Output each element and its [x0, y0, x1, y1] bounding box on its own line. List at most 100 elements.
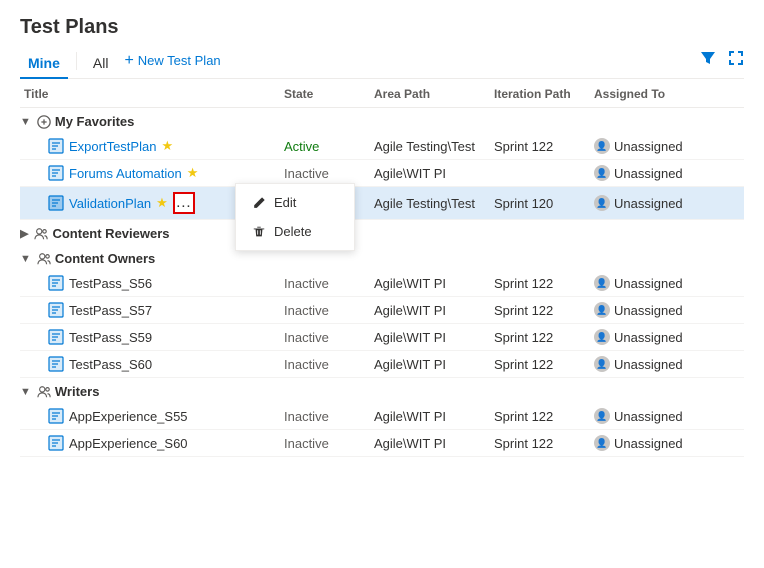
expand-icon[interactable] [728, 50, 744, 71]
chevron-down-icon[interactable]: ▼ [20, 386, 31, 398]
plan-name[interactable]: ExportTestPlan [69, 139, 156, 154]
edit-icon [252, 196, 266, 210]
plan-icon [48, 435, 64, 451]
group-content-owners: ▼ Content Owners [20, 245, 744, 270]
chevron-down-icon[interactable]: ▼ [20, 116, 31, 128]
star-icon[interactable]: ★ [187, 165, 199, 181]
state-cell: Inactive [280, 357, 370, 372]
table-row: AppExperience_S60 Inactive Agile\WIT PI … [20, 430, 744, 457]
assigned-to-cell: 👤 Unassigned [590, 408, 730, 424]
group-label-content-owners: Content Owners [55, 251, 155, 266]
group-label-writers: Writers [55, 384, 100, 399]
iteration-path-cell: Sprint 122 [490, 276, 590, 291]
assigned-name: Unassigned [614, 166, 683, 181]
tab-mine[interactable]: Mine [20, 49, 68, 79]
plus-icon: + [124, 53, 133, 69]
table-row: TestPass_S59 Inactive Agile\WIT PI Sprin… [20, 324, 744, 351]
star-icon[interactable]: ★ [156, 195, 168, 211]
area-path-cell: Agile\WIT PI [370, 303, 490, 318]
table-row: ExportTestPlan ★ Active Agile Testing\Te… [20, 133, 744, 160]
assigned-to-cell: 👤 Unassigned [590, 195, 730, 211]
assigned-to-cell: 👤 Unassigned [590, 302, 730, 318]
tab-all[interactable]: All [85, 49, 117, 79]
col-title: Title [20, 87, 280, 101]
area-path-cell: Agile\WIT PI [370, 409, 490, 424]
area-path-cell: Agile Testing\Test [370, 139, 490, 154]
state-cell: Inactive [280, 436, 370, 451]
assigned-to-cell: 👤 Unassigned [590, 165, 730, 181]
table-header: Title State Area Path Iteration Path Ass… [20, 79, 744, 108]
user-icon: 👤 [594, 329, 610, 345]
area-path-cell: Agile\WIT PI [370, 276, 490, 291]
assigned-to-cell: 👤 Unassigned [590, 275, 730, 291]
title-cell: TestPass_S57 [20, 302, 280, 318]
assigned-to-cell: 👤 Unassigned [590, 138, 730, 154]
plan-name[interactable]: TestPass_S59 [69, 330, 152, 345]
plan-name[interactable]: ValidationPlan [69, 196, 151, 211]
plan-name[interactable]: AppExperience_S55 [69, 409, 188, 424]
plan-name[interactable]: TestPass_S60 [69, 357, 152, 372]
tab-divider [76, 52, 77, 70]
user-icon: 👤 [594, 408, 610, 424]
title-cell: ExportTestPlan ★ [20, 138, 280, 154]
toolbar-right [700, 50, 744, 71]
table-body: ▼ My Favorites ExportTestPlan ★ Active A… [20, 108, 744, 568]
filter-icon[interactable] [700, 50, 716, 71]
user-icon: 👤 [594, 195, 610, 211]
new-test-plan-button[interactable]: + New Test Plan [124, 53, 220, 69]
plan-name[interactable]: TestPass_S57 [69, 303, 152, 318]
state-cell: Inactive [280, 330, 370, 345]
table-row: TestPass_S57 Inactive Agile\WIT PI Sprin… [20, 297, 744, 324]
user-icon: 👤 [594, 356, 610, 372]
assigned-to-cell: 👤 Unassigned [590, 329, 730, 345]
assigned-name: Unassigned [614, 139, 683, 154]
delete-icon [252, 225, 266, 239]
plan-name[interactable]: AppExperience_S60 [69, 436, 188, 451]
table-row: TestPass_S60 Inactive Agile\WIT PI Sprin… [20, 351, 744, 378]
plan-icon [48, 408, 64, 424]
user-icon: 👤 [594, 275, 610, 291]
title-cell: TestPass_S56 [20, 275, 280, 291]
col-iteration-path: Iteration Path [490, 87, 590, 101]
assigned-to-cell: 👤 Unassigned [590, 435, 730, 451]
plan-icon [48, 329, 64, 345]
context-menu-edit[interactable]: Edit [236, 188, 354, 217]
table-row: ValidationPlan ★ … Active Agile Testing\… [20, 187, 744, 220]
context-menu: Edit Delete [235, 183, 355, 251]
col-area-path: Area Path [370, 87, 490, 101]
state-cell: Active [280, 139, 370, 154]
toolbar: Mine All + New Test Plan [20, 49, 744, 79]
title-cell: TestPass_S60 [20, 356, 280, 372]
group-label-my-favorites: My Favorites [55, 114, 134, 129]
area-path-cell: Agile\WIT PI [370, 357, 490, 372]
title-cell: TestPass_S59 [20, 329, 280, 345]
state-cell: Inactive [280, 276, 370, 291]
plan-icon [48, 195, 64, 211]
user-icon: 👤 [594, 165, 610, 181]
chevron-right-icon[interactable]: ▶ [20, 227, 28, 240]
more-options-button[interactable]: … [173, 192, 195, 214]
iteration-path-cell: Sprint 122 [490, 330, 590, 345]
assigned-name: Unassigned [614, 436, 683, 451]
star-icon[interactable]: ★ [161, 138, 173, 154]
plan-icon [48, 302, 64, 318]
table-row: AppExperience_S55 Inactive Agile\WIT PI … [20, 403, 744, 430]
title-cell: AppExperience_S60 [20, 435, 280, 451]
plan-name[interactable]: Forums Automation [69, 166, 182, 181]
context-menu-delete[interactable]: Delete [236, 217, 354, 246]
user-icon: 👤 [594, 302, 610, 318]
state-cell: Inactive [280, 409, 370, 424]
assigned-to-cell: 👤 Unassigned [590, 356, 730, 372]
area-path-cell: Agile\WIT PI [370, 166, 490, 181]
new-plan-label: New Test Plan [138, 53, 221, 68]
plan-icon [48, 138, 64, 154]
group-icon [37, 115, 51, 129]
iteration-path-cell: Sprint 122 [490, 436, 590, 451]
table-row: Forums Automation ★ Inactive Agile\WIT P… [20, 160, 744, 187]
plan-name[interactable]: TestPass_S56 [69, 276, 152, 291]
iteration-path-cell: Sprint 122 [490, 139, 590, 154]
page-title: Test Plans [20, 16, 744, 39]
edit-label: Edit [274, 195, 296, 210]
chevron-down-icon[interactable]: ▼ [20, 253, 31, 265]
assigned-name: Unassigned [614, 330, 683, 345]
